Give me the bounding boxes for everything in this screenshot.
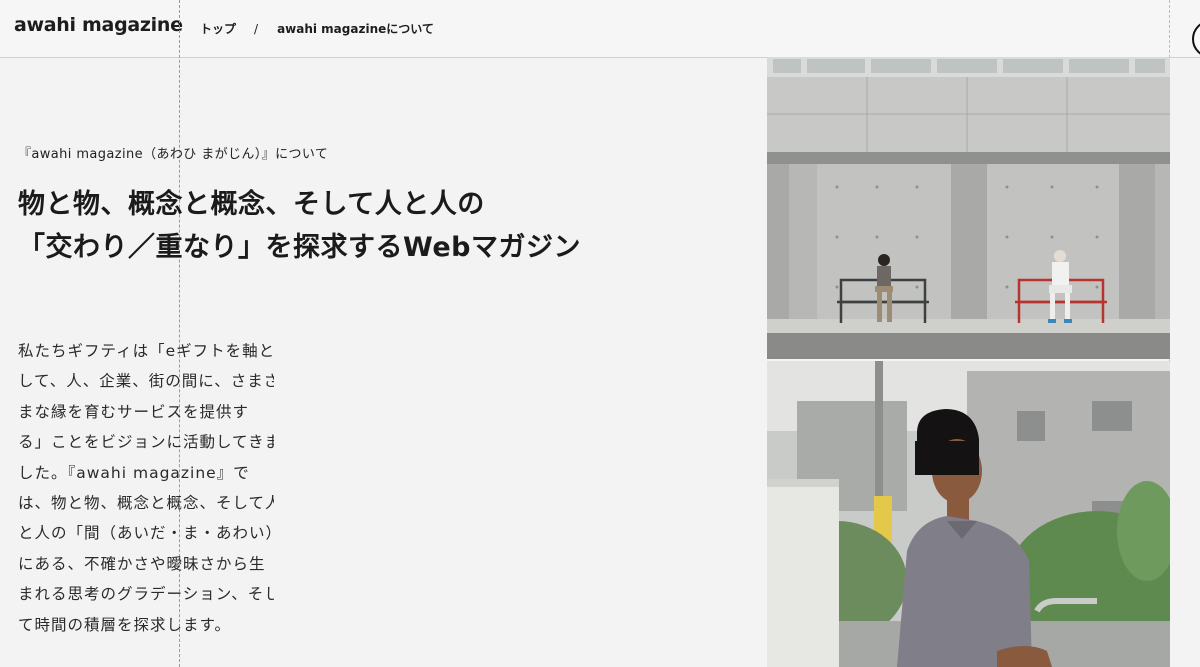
body-line: る」ことをビジョンに活動してきま (18, 433, 274, 452)
page: awahi magazine トップ / awahi magazineについて … (0, 0, 1200, 667)
breadcrumb-item-current: awahi magazineについて (277, 22, 434, 36)
photo-woman (767, 361, 1170, 667)
breadcrumb-item-top[interactable]: トップ (200, 20, 236, 37)
site-logo[interactable]: awahi magazine (14, 14, 183, 36)
section-eyebrow: 『awahi magazine（あわひ まがじん）』について (18, 147, 329, 162)
body-line: 私たちギフティは「eギフトを軸と (18, 342, 274, 360)
page-headline: 物と物、概念と概念、そして人と人の 「交わり／重なり」を探求するWebマガジン (18, 183, 658, 269)
body-line: して、人、企業、街の間に、さまざ (18, 372, 274, 391)
headline-line-1: 物と物、概念と概念、そして人と人の (18, 189, 485, 220)
photo-benches-image (767, 57, 1170, 359)
body-line: て時間の積層を探求します。 (18, 615, 231, 634)
body-line: にある、不確かさや曖昧さから生 (18, 554, 266, 573)
body-line: は、物と物、概念と概念、そして人 (18, 494, 274, 513)
body-line: と人の「間（あいだ・ま・あわい）」 (18, 524, 274, 543)
photo-benches (767, 57, 1170, 359)
site-header: awahi magazine トップ / awahi magazineについて (0, 0, 1200, 58)
headline-line-2: 「交わり／重なり」を探求するWebマガジン (18, 232, 581, 263)
breadcrumb: トップ / awahi magazineについて (200, 20, 434, 37)
photo-woman-image (767, 361, 1170, 667)
breadcrumb-separator: / (254, 21, 259, 36)
body-line: まな縁を育むサービスを提供す (18, 402, 250, 421)
body-line: まれる思考のグラデーション、そし (18, 585, 274, 604)
body-line: した。『awahi magazine』で (18, 463, 250, 482)
intro-paragraph: 私たちギフティは「eギフトを軸と して、人、企業、街の間に、さまざ まな縁を育む… (18, 336, 274, 640)
